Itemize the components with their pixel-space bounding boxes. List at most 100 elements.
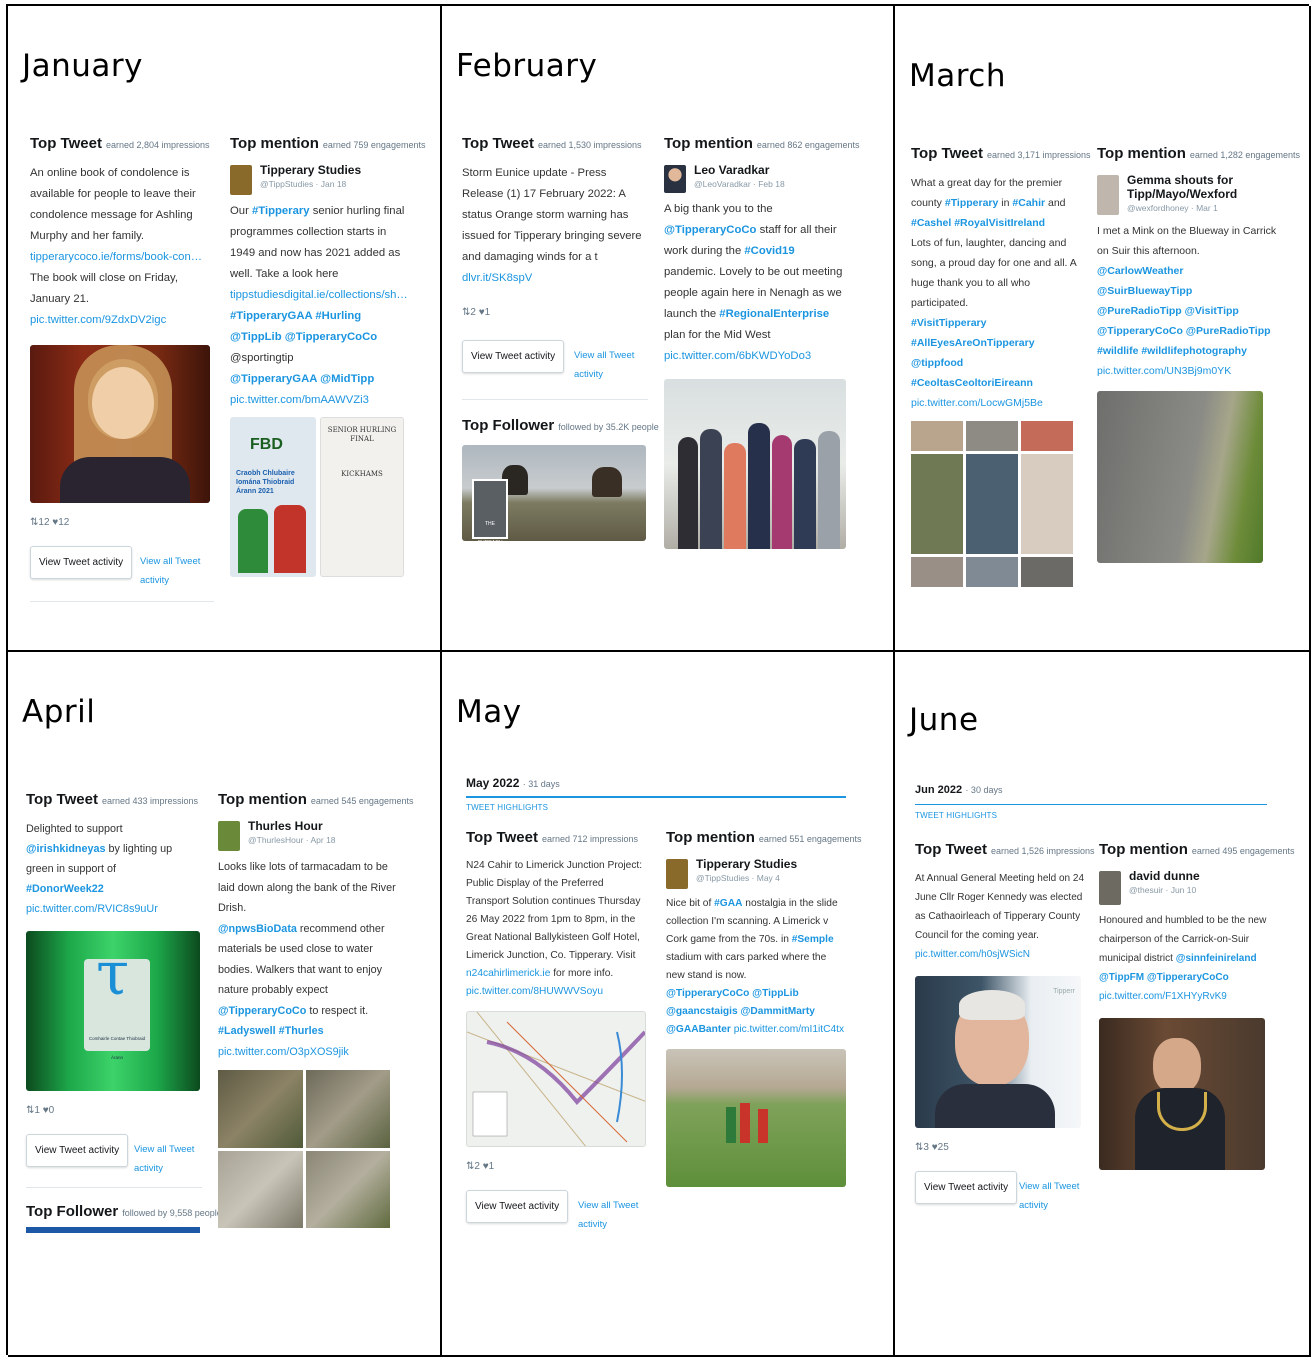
mention-photo-grid	[218, 1070, 390, 1228]
month-title: January	[22, 48, 144, 84]
mention-hashtag[interactable]: #Tipperary	[252, 205, 310, 217]
mention-hashtag[interactable]: #GAA	[714, 898, 742, 909]
tweet-text-3: and	[1048, 197, 1066, 209]
top-tweet-panel: Top Tweet earned 1,526 impressions At Ann…	[915, 840, 1095, 1211]
mention-pic-link[interactable]: pic.twitter.com/O3pXOS9jik	[218, 1046, 349, 1058]
mention-handle-tag[interactable]: @TipperaryCoCo	[664, 224, 756, 236]
month-title: March	[909, 58, 1006, 94]
top-tweet-panel: Top Tweet earned 433 impressions Delighte…	[26, 790, 222, 1233]
period-days: · 31 days	[522, 779, 560, 789]
mention-pic-link[interactable]: pic.twitter.com/6bKWDYoDo3	[664, 350, 811, 362]
top-mention-heading: Top mention	[666, 829, 755, 846]
tweet-stats: ⇅12 ♥12	[30, 517, 70, 528]
tweet-pic-link[interactable]: pic.twitter.com/LocwGMj5Be	[911, 397, 1043, 409]
mention-pic-link[interactable]: pic.twitter.com/UN3Bj9m0YK	[1097, 365, 1231, 377]
mention-pic-link[interactable]: pic.twitter.com/bmAAWVZi3	[230, 394, 369, 406]
mention-pic-link[interactable]: pic.twitter.com/mI1itC4tx	[734, 1024, 844, 1035]
mention-photo	[666, 1049, 846, 1187]
mention-handle-tag[interactable]: @npwsBioData	[218, 923, 297, 935]
view-tweet-activity-button[interactable]: View Tweet activity	[26, 1134, 129, 1167]
tweet-photo	[30, 345, 210, 503]
mention-hashtag-2[interactable]: #Semple	[792, 934, 834, 945]
tweet-link[interactable]: n24cahirlimerick.ie	[466, 968, 550, 979]
mention-user[interactable]: Tipperary Studies	[230, 163, 410, 177]
top-mention-panel: Top mention earned 545 engagements Thurle…	[218, 790, 413, 1228]
period-days: · 30 days	[965, 785, 1003, 795]
tweet-text: An online book of condolence is availabl…	[30, 167, 196, 242]
mention-user[interactable]: Tipperary Studies	[666, 857, 846, 871]
top-mention-heading: Top mention	[218, 791, 307, 808]
view-tweet-activity-button[interactable]: View Tweet activity	[462, 340, 565, 373]
view-tweet-activity-button[interactable]: View Tweet activity	[915, 1171, 1018, 1204]
mention-pic-link[interactable]: pic.twitter.com/F1XHYyRvK9	[1099, 991, 1227, 1002]
top-tweet-panel: Top Tweet earned 1,530 impressions Storm …	[462, 134, 659, 541]
mention-user[interactable]: Leo Varadkar	[664, 163, 848, 177]
view-all-tweet-activity-link[interactable]: View all Tweet activity	[1019, 1177, 1085, 1215]
tweet-pic-link[interactable]: pic.twitter.com/8HUWWVSoyu	[466, 986, 603, 997]
mention-hashtags[interactable]: #TipperaryGAA #Hurling	[230, 310, 361, 322]
follower-earned: followed by 35.2K people	[558, 422, 659, 432]
tweet-hashtag-4[interactable]: #RoyalVisitIreland	[954, 217, 1045, 229]
view-all-tweet-activity-link[interactable]: View all Tweet activity	[134, 1140, 202, 1178]
tweet-hashtag[interactable]: #Tipperary	[945, 197, 999, 209]
mention-hashtag[interactable]: #Covid19	[744, 245, 794, 257]
top-mention-panel: Top mention earned 862 engagements Leo Va…	[664, 134, 859, 549]
top-tweet-heading: Top Tweet	[915, 841, 987, 858]
tweet-earned: earned 2,804 impressions	[105, 140, 210, 150]
avatar	[664, 165, 686, 193]
tweet-text: N24 Cahir to Limerick Junction Project: …	[466, 860, 643, 961]
view-all-tweet-activity-link[interactable]: View all Tweet activity	[574, 346, 648, 384]
top-tweet-heading: Top Tweet	[30, 135, 102, 152]
tweet-text-4: Lots of fun, laughter, dancing and song,…	[911, 237, 1077, 309]
mention-hashtags[interactable]: #Ladyswell #Thurles	[218, 1025, 324, 1037]
tweet-hashtags[interactable]: #VisitTipperary #AllEyesAreOnTipperary @…	[911, 317, 1035, 389]
tweet-pic-link[interactable]: pic.twitter.com/RVIC8s9uUr	[26, 903, 158, 915]
mention-user[interactable]: Gemma shouts for Tipp/Mayo/Wexford	[1097, 173, 1277, 201]
mention-handle: @ThurlesHour · Apr 18	[248, 835, 336, 845]
tweet-earned: earned 433 impressions	[101, 796, 199, 806]
tweet-hashtag[interactable]: #DonorWeek22	[26, 883, 104, 895]
mention-earned: earned 759 engagements	[322, 140, 426, 150]
month-title: May	[456, 694, 522, 730]
mention-handle: @TippStudies · Jan 18	[260, 179, 347, 189]
may-cell: May May 2022 · 31 days TWEET HIGHLIGHTS …	[442, 652, 895, 1357]
view-tweet-activity-button[interactable]: View Tweet activity	[466, 1190, 569, 1223]
sign-text: Comhairle Contae Thiobraid Árann	[88, 1036, 146, 1060]
tweet-earned: earned 3,171 impressions	[986, 150, 1091, 160]
april-cell: April Top Tweet earned 433 impressions De…	[8, 652, 442, 1357]
mention-handle-plain[interactable]: @sportingtip	[230, 352, 294, 364]
mention-hashtags[interactable]: @CarlowWeather @SuirBluewayTipp @PureRad…	[1097, 265, 1271, 357]
view-all-tweet-activity-link[interactable]: View all Tweet activity	[140, 552, 214, 590]
tweet-hashtag-2[interactable]: #Cahir	[1012, 197, 1045, 209]
mention-link[interactable]: tippstudiesdigital.ie/collections/sh…	[230, 289, 408, 301]
mention-handles[interactable]: @TippLib @TipperaryCoCo	[230, 331, 377, 343]
view-all-tweet-activity-link[interactable]: View all Tweet activity	[578, 1196, 646, 1234]
tweet-handle-tag[interactable]: @irishkidneyas	[26, 843, 106, 855]
tweet-pic-link[interactable]: pic.twitter.com/9ZdxDV2igc	[30, 314, 166, 326]
monthly-highlights-grid: January Top Tweet earned 2,804 impression…	[6, 4, 1311, 1357]
mention-earned: earned 545 engagements	[310, 796, 414, 806]
poster-title: Craobh Chlubaire Iomána Thiobraid Árann …	[236, 470, 295, 495]
top-tweet-heading: Top Tweet	[26, 791, 98, 808]
june-cell: June Jun 2022 · 30 days TWEET HIGHLIGHTS…	[895, 652, 1311, 1357]
mention-handle: @TippStudies · May 4	[696, 873, 780, 883]
mention-photo	[1097, 391, 1263, 563]
tweet-pic-link[interactable]: pic.twitter.com/h0sjWSicN	[915, 949, 1030, 960]
top-follower-heading: Top Follower	[462, 417, 555, 434]
top-mention-panel: Top mention earned 551 engagements Tipper…	[666, 828, 861, 1187]
mention-hashtag-2[interactable]: #RegionalEnterprise	[719, 308, 829, 320]
tweet-hashtag-3[interactable]: #Cashel	[911, 217, 951, 229]
avatar	[666, 859, 688, 889]
view-tweet-activity-button[interactable]: View Tweet activity	[30, 546, 133, 579]
tweet-link[interactable]: dlvr.it/SK8spV	[462, 272, 532, 284]
mention-handle-tag-2[interactable]: @TipperaryCoCo	[218, 1005, 306, 1017]
tweet-stats: ⇅1 ♥0	[26, 1105, 55, 1116]
mention-handles-2[interactable]: @TipperaryGAA @MidTipp	[230, 373, 374, 385]
mention-user[interactable]: Thurles Hour	[218, 819, 398, 833]
mention-user[interactable]: david dunne	[1099, 869, 1271, 883]
mention-text-3: to respect it.	[309, 1004, 369, 1017]
avatar	[1097, 175, 1119, 215]
tweet-photo: τ Comhairle Contae Thiobraid Árann	[26, 931, 200, 1091]
tweet-link[interactable]: tipperarycoco.ie/forms/book-con…	[30, 251, 202, 263]
mention-earned: earned 862 engagements	[756, 140, 860, 150]
